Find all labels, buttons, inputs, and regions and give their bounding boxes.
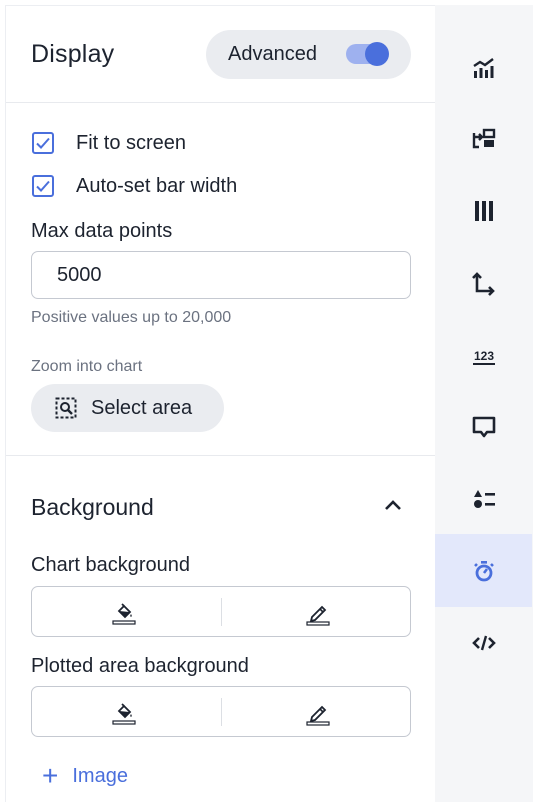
rail-item-tooltip[interactable] (435, 390, 532, 463)
add-image-label: Image (72, 764, 128, 787)
picker-divider (221, 598, 222, 626)
stroke-color-icon[interactable] (304, 599, 332, 627)
select-area-button[interactable]: Select area (31, 384, 224, 432)
advanced-toggle-pill[interactable]: Advanced (206, 30, 411, 79)
chart-background-picker (31, 586, 411, 637)
plus-icon: + (42, 760, 59, 791)
fit-to-screen-label: Fit to screen (76, 131, 187, 154)
legend-icon (473, 489, 495, 508)
toggle-knob (365, 42, 389, 66)
rail-item-axes[interactable] (435, 247, 532, 320)
plotted-area-background-picker (31, 686, 411, 737)
plotted-area-background-label: Plotted area background (31, 655, 249, 677)
svg-text:123: 123 (473, 349, 493, 363)
rail-item-legend[interactable] (435, 462, 532, 535)
settings-rail: 123 (435, 5, 533, 802)
chart-icon (472, 57, 494, 78)
rail-item-code[interactable] (435, 606, 532, 679)
max-data-points-label: Max data points (31, 220, 173, 242)
fit-to-screen-checkbox[interactable] (32, 132, 54, 154)
auto-bar-width-checkbox[interactable] (32, 175, 54, 197)
picker-divider (221, 698, 222, 726)
rail-item-chart[interactable] (435, 31, 532, 104)
display-options-section: Fit to screen Auto-set bar width Max dat… (6, 104, 436, 456)
fit-to-screen-row[interactable]: Fit to screen (32, 130, 186, 156)
check-icon (36, 180, 50, 192)
tooltip-icon (472, 416, 495, 437)
rail-item-numbers[interactable]: 123 (435, 318, 532, 391)
axes-icon (471, 271, 495, 296)
chevron-up-icon[interactable] (382, 497, 404, 513)
swap-layout-icon (472, 128, 495, 148)
select-area-icon (55, 397, 77, 419)
max-data-points-hint: Positive values up to 20,000 (31, 309, 232, 326)
background-title: Background (31, 494, 154, 520)
columns-icon (474, 200, 493, 221)
rail-item-layout[interactable] (435, 102, 532, 175)
chart-background-label: Chart background (31, 554, 190, 576)
max-data-points-input[interactable]: 5000 (31, 251, 411, 299)
numbers-icon: 123 (472, 349, 495, 365)
fill-color-icon[interactable] (110, 699, 138, 727)
background-section: Background Chart background Plotted area… (6, 457, 436, 802)
panel-header: Display Advanced (6, 6, 436, 103)
display-icon (473, 560, 494, 581)
max-data-points-value: 5000 (57, 264, 102, 286)
auto-bar-width-label: Auto-set bar width (76, 174, 238, 197)
fill-color-icon[interactable] (110, 599, 138, 627)
display-panel: Display Advanced Fit to screen Auto-set … (5, 5, 436, 802)
advanced-toggle[interactable] (346, 42, 389, 66)
rail-item-columns[interactable] (435, 174, 532, 247)
code-icon (471, 635, 496, 650)
select-area-label: Select area (91, 397, 193, 419)
check-icon (36, 137, 50, 149)
stroke-color-icon[interactable] (304, 699, 332, 727)
auto-bar-width-row[interactable]: Auto-set bar width (32, 173, 237, 199)
rail-item-display[interactable] (435, 534, 532, 607)
page-title: Display (31, 40, 115, 68)
zoom-label: Zoom into chart (31, 358, 143, 375)
advanced-label: Advanced (228, 43, 317, 65)
add-image-button[interactable]: + Image (42, 761, 128, 791)
